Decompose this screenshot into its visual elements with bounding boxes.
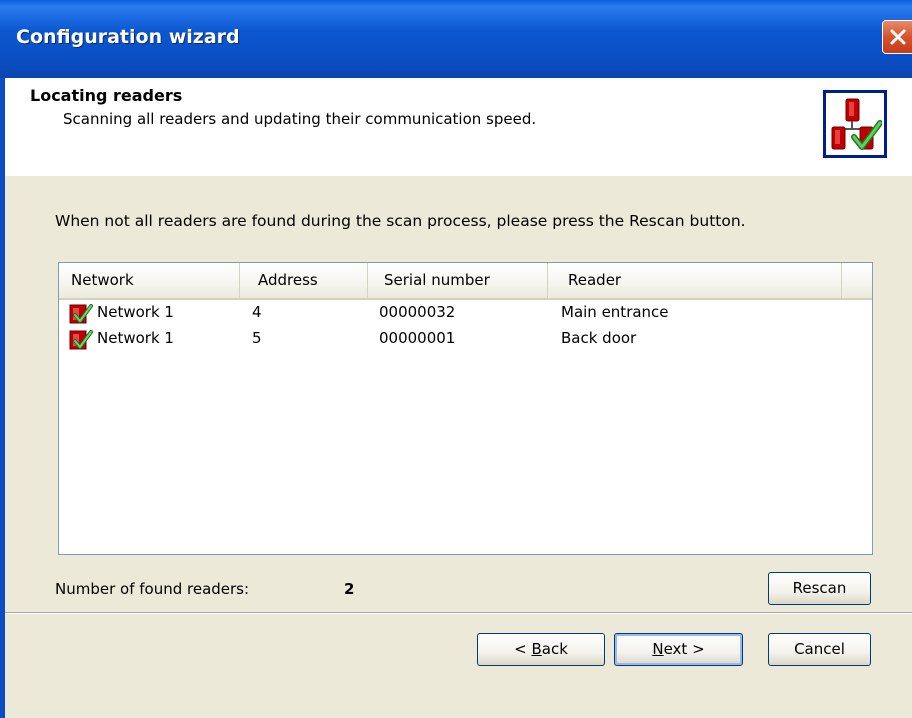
found-readers-label: Number of found readers: [55, 580, 250, 598]
page-title: Locating readers [30, 86, 183, 105]
header-divider [5, 175, 912, 176]
list-header: Network Address Serial number Reader [59, 263, 872, 300]
cancel-button[interactable]: Cancel [768, 633, 871, 666]
column-serial-number[interactable]: Serial number [368, 263, 548, 298]
cell-reader: Main entrance [561, 303, 669, 321]
window-title: Configuration wizard [16, 26, 240, 48]
column-network[interactable]: Network [59, 263, 240, 298]
cell-address: 4 [252, 303, 262, 321]
back-button[interactable]: < Back [477, 633, 605, 666]
reader-checked-icon [69, 330, 93, 350]
close-icon [890, 29, 906, 45]
column-address[interactable]: Address [240, 263, 368, 298]
next-button[interactable]: Next > [614, 633, 743, 666]
page-subtitle: Scanning all readers and updating their … [63, 110, 537, 128]
back-label-prefix: < [514, 640, 532, 658]
cell-address: 5 [252, 329, 262, 347]
wizard-window: Configuration wizard Locating readers Sc… [0, 0, 912, 718]
rescan-button[interactable]: Rescan [768, 572, 871, 605]
reader-checked-icon [69, 304, 93, 324]
readers-logo-icon [823, 90, 887, 158]
close-button[interactable] [882, 20, 912, 54]
readers-list[interactable]: Network Address Serial number Reader Net… [58, 262, 873, 555]
back-label-key: B [531, 640, 542, 658]
next-label-key: N [652, 640, 664, 658]
table-row[interactable]: Network 1 4 00000032 Main entrance [59, 301, 872, 327]
footer-divider [5, 612, 912, 614]
back-label-rest: ack [541, 640, 568, 658]
instruction-text: When not all readers are found during th… [55, 212, 746, 230]
next-label-rest: ext > [663, 640, 705, 658]
column-reader[interactable]: Reader [548, 263, 842, 298]
cell-network: Network 1 [97, 303, 174, 321]
cell-serial: 00000001 [379, 329, 456, 347]
found-readers-count: 2 [344, 580, 355, 598]
cell-network: Network 1 [97, 329, 174, 347]
cell-reader: Back door [561, 329, 637, 347]
wizard-header: Locating readers Scanning all readers an… [5, 78, 912, 176]
cell-serial: 00000032 [379, 303, 456, 321]
title-bar[interactable]: Configuration wizard [0, 0, 912, 78]
table-row[interactable]: Network 1 5 00000001 Back door [59, 327, 872, 353]
